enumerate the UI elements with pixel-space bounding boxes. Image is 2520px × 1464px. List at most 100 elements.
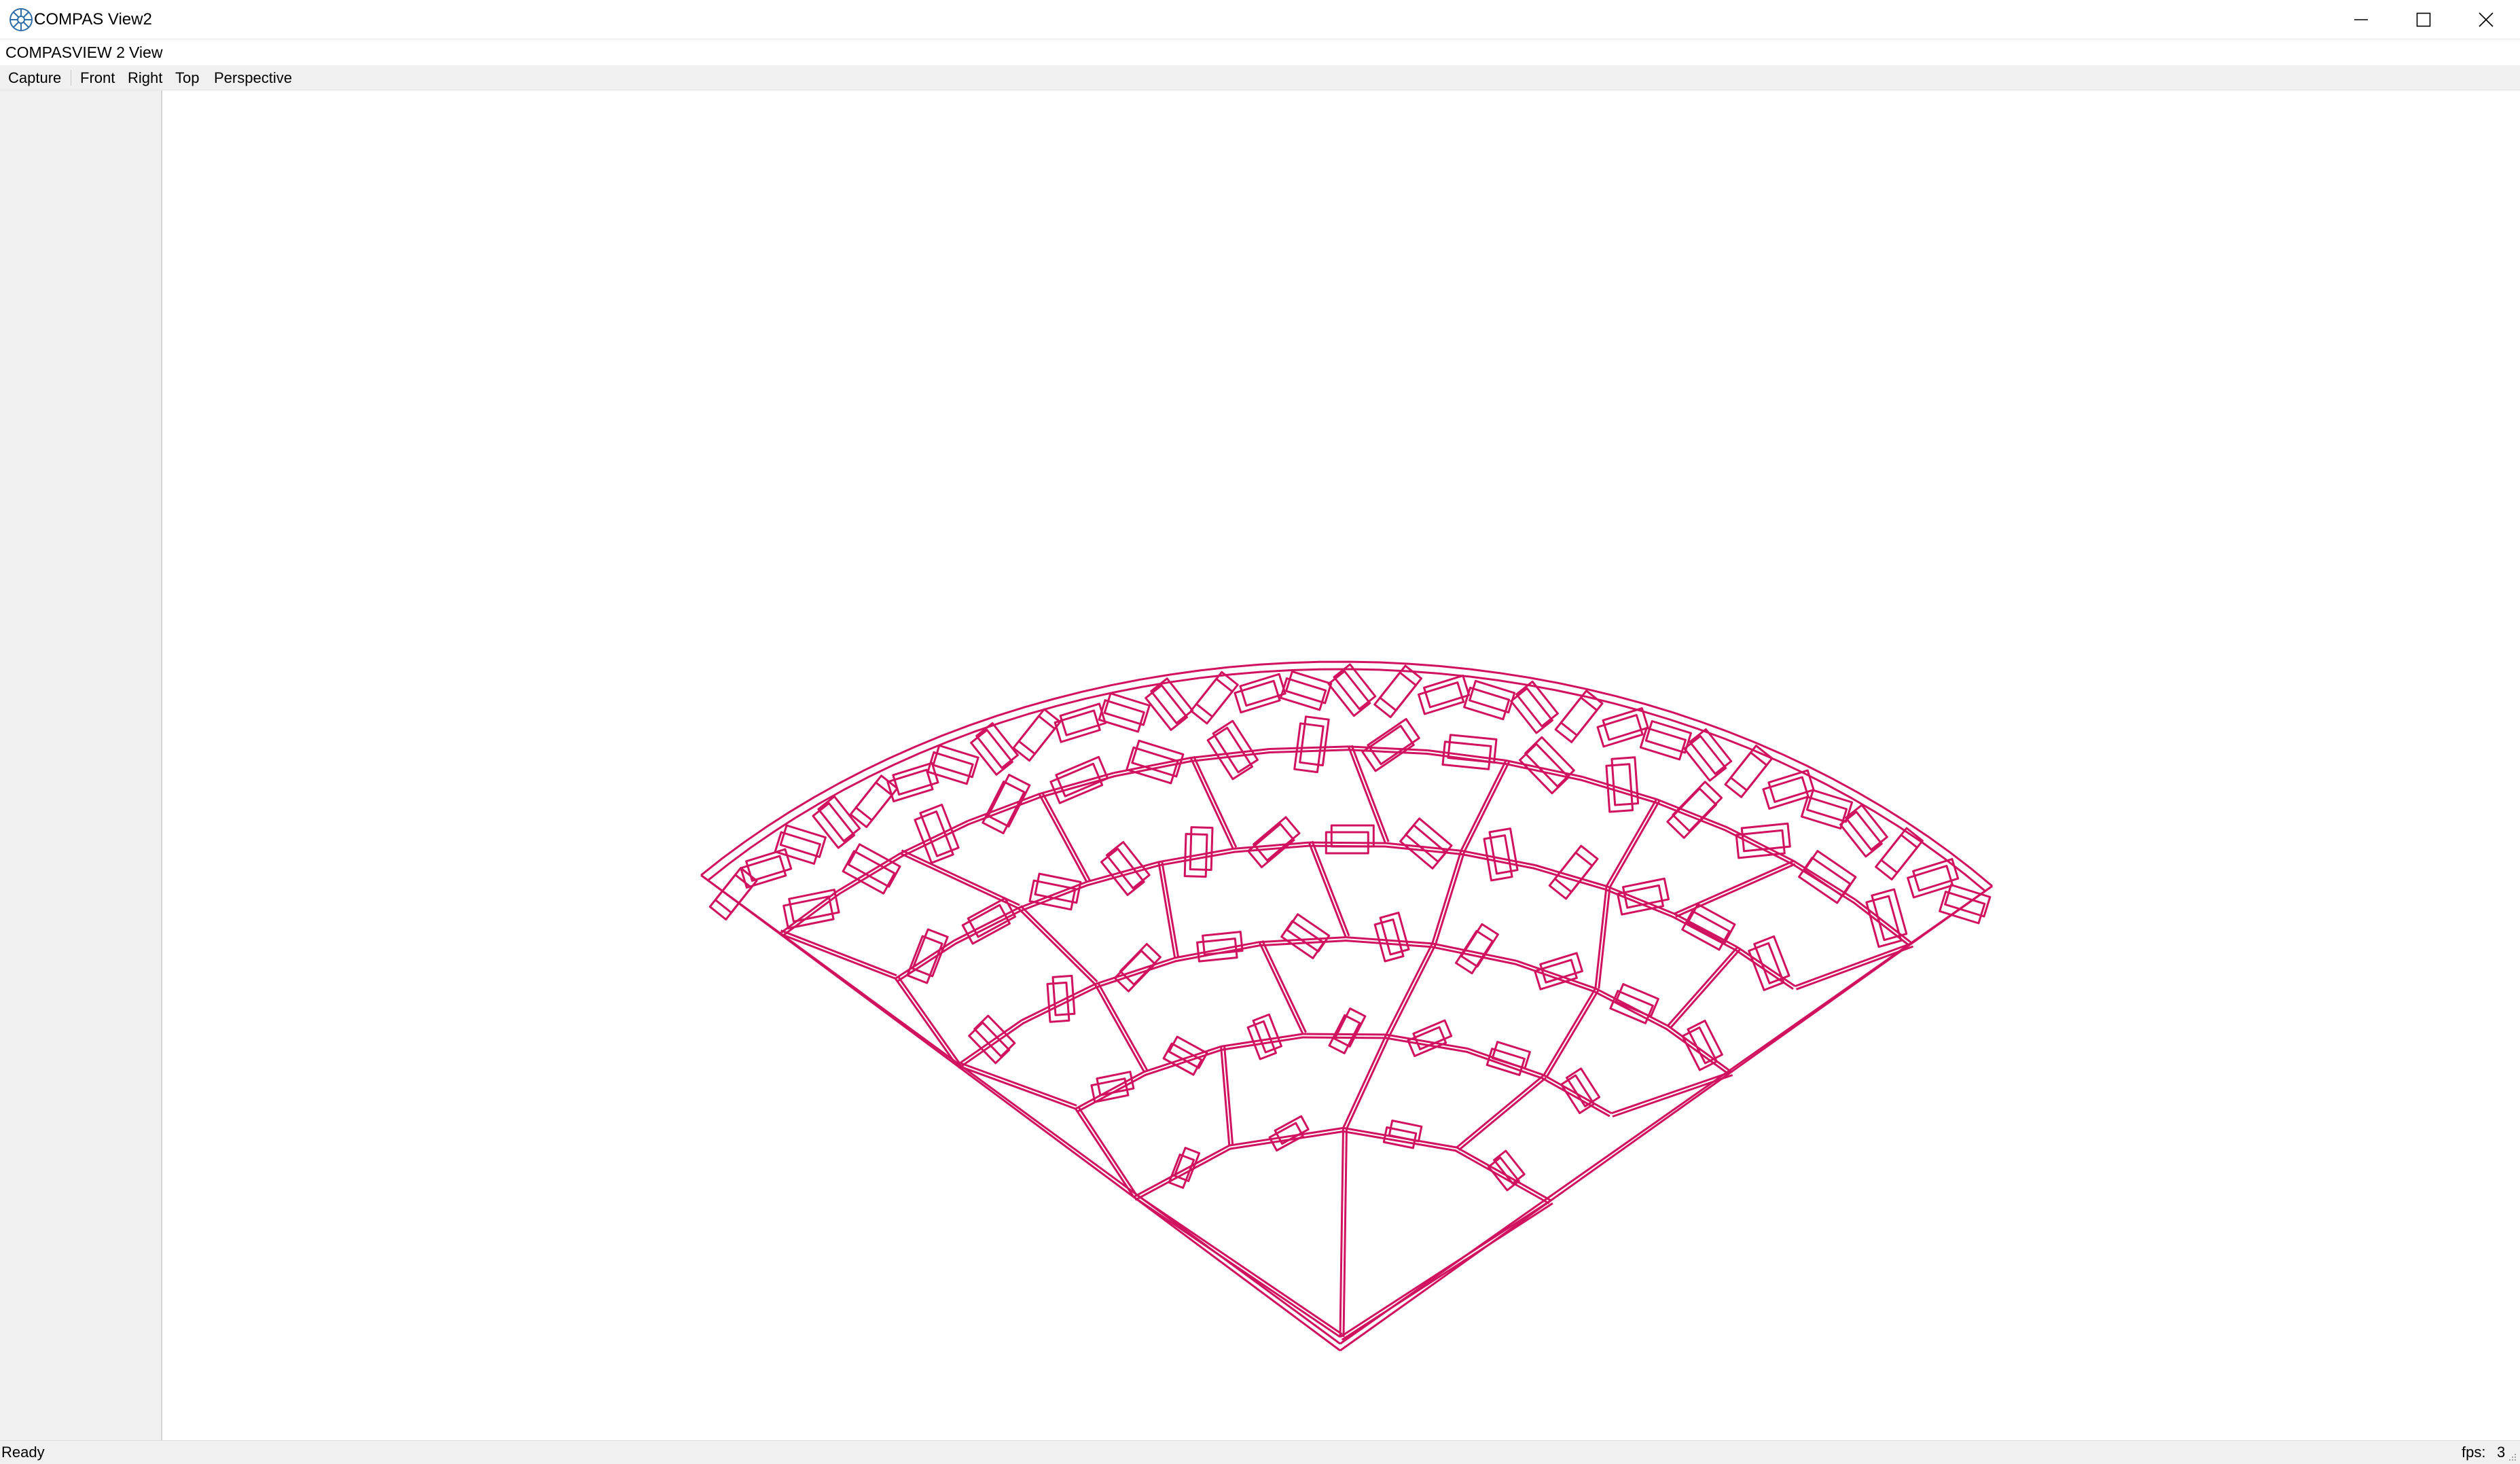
rim-plate-18 <box>1463 686 1511 721</box>
strut-r2-6-a <box>1385 943 1433 1035</box>
rim-plate-19-b <box>1515 680 1559 728</box>
rim-plate-27-b <box>1845 804 1888 851</box>
strut-r3-6-b <box>1311 840 1350 937</box>
beam-r3-4-b <box>1159 851 1234 867</box>
status-bar: Ready fps: 3 <box>0 1440 2520 1464</box>
rim-plate-12-b <box>1195 671 1239 718</box>
strut-r1-4-b <box>1345 1035 1390 1130</box>
rim-plate-15-b <box>1333 663 1377 711</box>
perspective-view-button[interactable]: Perspective <box>214 65 292 90</box>
side-edge-1-1 <box>1339 885 1993 1345</box>
beam-r3-2-a <box>1018 880 1087 910</box>
rim-plate-2 <box>774 831 821 865</box>
toolbar: Capture Front Right Top Perspective <box>0 65 2520 90</box>
strut-r3-2-a <box>1017 907 1096 985</box>
beam-r2-1-b <box>1022 986 1097 1024</box>
strut-r2-8-a <box>1543 988 1597 1076</box>
joint-plate-19-b <box>1615 983 1659 1018</box>
spoke-0-b <box>1134 1193 1343 1336</box>
beam-r2-3-a <box>1174 941 1260 959</box>
strut-r1-6-a <box>1456 1074 1545 1149</box>
beam-r3-8-b <box>1460 853 1535 870</box>
beam-r2-9-a <box>1667 1024 1732 1073</box>
compas-logo-icon <box>10 8 33 31</box>
top-view-button[interactable]: Top <box>175 65 199 90</box>
minimize-icon <box>2354 19 2368 20</box>
rim-plate-11-b <box>1150 677 1193 724</box>
spoke-2-a <box>1339 1128 1344 1338</box>
strut-r4-2-b <box>901 849 1020 906</box>
beam-r3-4-a <box>1158 847 1234 863</box>
strut-r3-0-a <box>894 978 958 1067</box>
front-view-button[interactable]: Front <box>80 65 115 90</box>
beam-r0-1-a <box>1229 1126 1344 1147</box>
strut-r4-4-a <box>1038 793 1088 882</box>
status-text: Ready <box>1 1444 45 1461</box>
rim-plate-24-b <box>1729 745 1774 791</box>
rim-plate-10 <box>1098 699 1145 733</box>
rim-plate-14 <box>1280 677 1327 711</box>
beam-r3-11-b <box>1672 916 1737 951</box>
strut-r2-2-b <box>1096 982 1149 1071</box>
resize-grip-icon[interactable] <box>2508 1452 2517 1462</box>
beam-r1-4-b <box>1385 1037 1468 1053</box>
joint-plate-46-b <box>1672 781 1723 832</box>
beam-r2-6-b <box>1431 946 1516 965</box>
rim-plate-23-b <box>1689 728 1733 775</box>
strut-r1-0-b <box>1077 1106 1138 1196</box>
beam-r3-1-b <box>955 910 1020 945</box>
menu-bar: COMPASVIEW 2 View <box>0 39 2520 65</box>
rim-plate-22 <box>1639 727 1687 761</box>
rim-plate-4-b <box>854 774 899 821</box>
maximize-button[interactable] <box>2392 0 2455 39</box>
strut-r4-14-b <box>1675 863 1796 918</box>
strut-r3-8-b <box>1434 851 1466 945</box>
beam-r1-3-a <box>1303 1033 1386 1036</box>
rim-plate-10-b <box>1103 692 1151 726</box>
wireframe-model[interactable] <box>164 90 2520 1440</box>
strut-r4-4-b <box>1041 791 1091 881</box>
rim-plate-20-b <box>1560 690 1604 736</box>
rim-plate-16-b <box>1379 664 1422 712</box>
close-button[interactable] <box>2455 0 2517 39</box>
beam-r2-2-a <box>1094 957 1176 986</box>
strut-r3-4-b <box>1161 861 1180 958</box>
3d-viewport[interactable] <box>164 90 2520 1440</box>
joint-plate-28-b <box>1405 817 1453 863</box>
strut-r3-0-b <box>897 976 960 1065</box>
joint-plate-24-b <box>1105 841 1151 889</box>
strut-r4-12-b <box>1608 800 1661 889</box>
spoke-0-a <box>1133 1196 1341 1338</box>
strut-r3-4-a <box>1157 861 1176 959</box>
beam-r3-8-a <box>1460 849 1536 866</box>
window-title: COMPAS View2 <box>34 10 152 29</box>
beam-r4-3-a <box>967 793 1040 822</box>
right-view-button[interactable]: Right <box>128 65 162 90</box>
title-bar[interactable]: COMPAS View2 <box>0 0 2520 39</box>
joint-plate-1-b <box>1274 1115 1310 1145</box>
spoke-2-b <box>1342 1128 1348 1338</box>
strut-r3-6-a <box>1308 842 1347 938</box>
joint-plate-40-b <box>1212 719 1259 774</box>
fps-value: 3 <box>2497 1444 2506 1461</box>
beam-r4-11-b <box>1581 779 1656 804</box>
menu-view[interactable]: View <box>126 39 165 65</box>
beam-r1-3-b <box>1302 1036 1386 1039</box>
beam-r1-1-b <box>1145 1048 1223 1076</box>
strut-r4-0-a <box>779 933 896 980</box>
strut-r3-12-b <box>1670 948 1741 1029</box>
capture-button[interactable]: Capture <box>8 65 61 90</box>
beam-r4-7-a <box>1269 745 1349 750</box>
beam-r1-0-a <box>1075 1071 1145 1110</box>
beam-r4-3-b <box>968 796 1041 825</box>
strut-r3-12-a <box>1667 946 1739 1026</box>
strut-r2-8-b <box>1545 989 1600 1077</box>
menu-compasview[interactable]: COMPASVIEW 2 <box>3 39 128 65</box>
minimize-button[interactable] <box>2330 0 2392 39</box>
joint-plate-41-b <box>1299 715 1330 767</box>
joint-plate-13-b <box>1119 943 1162 986</box>
strut-r2-0-a <box>956 1064 1076 1110</box>
beam-r1-5-b <box>1466 1050 1543 1079</box>
rim-plate-6-b <box>932 744 979 779</box>
beam-r2-8-a <box>1595 987 1669 1027</box>
